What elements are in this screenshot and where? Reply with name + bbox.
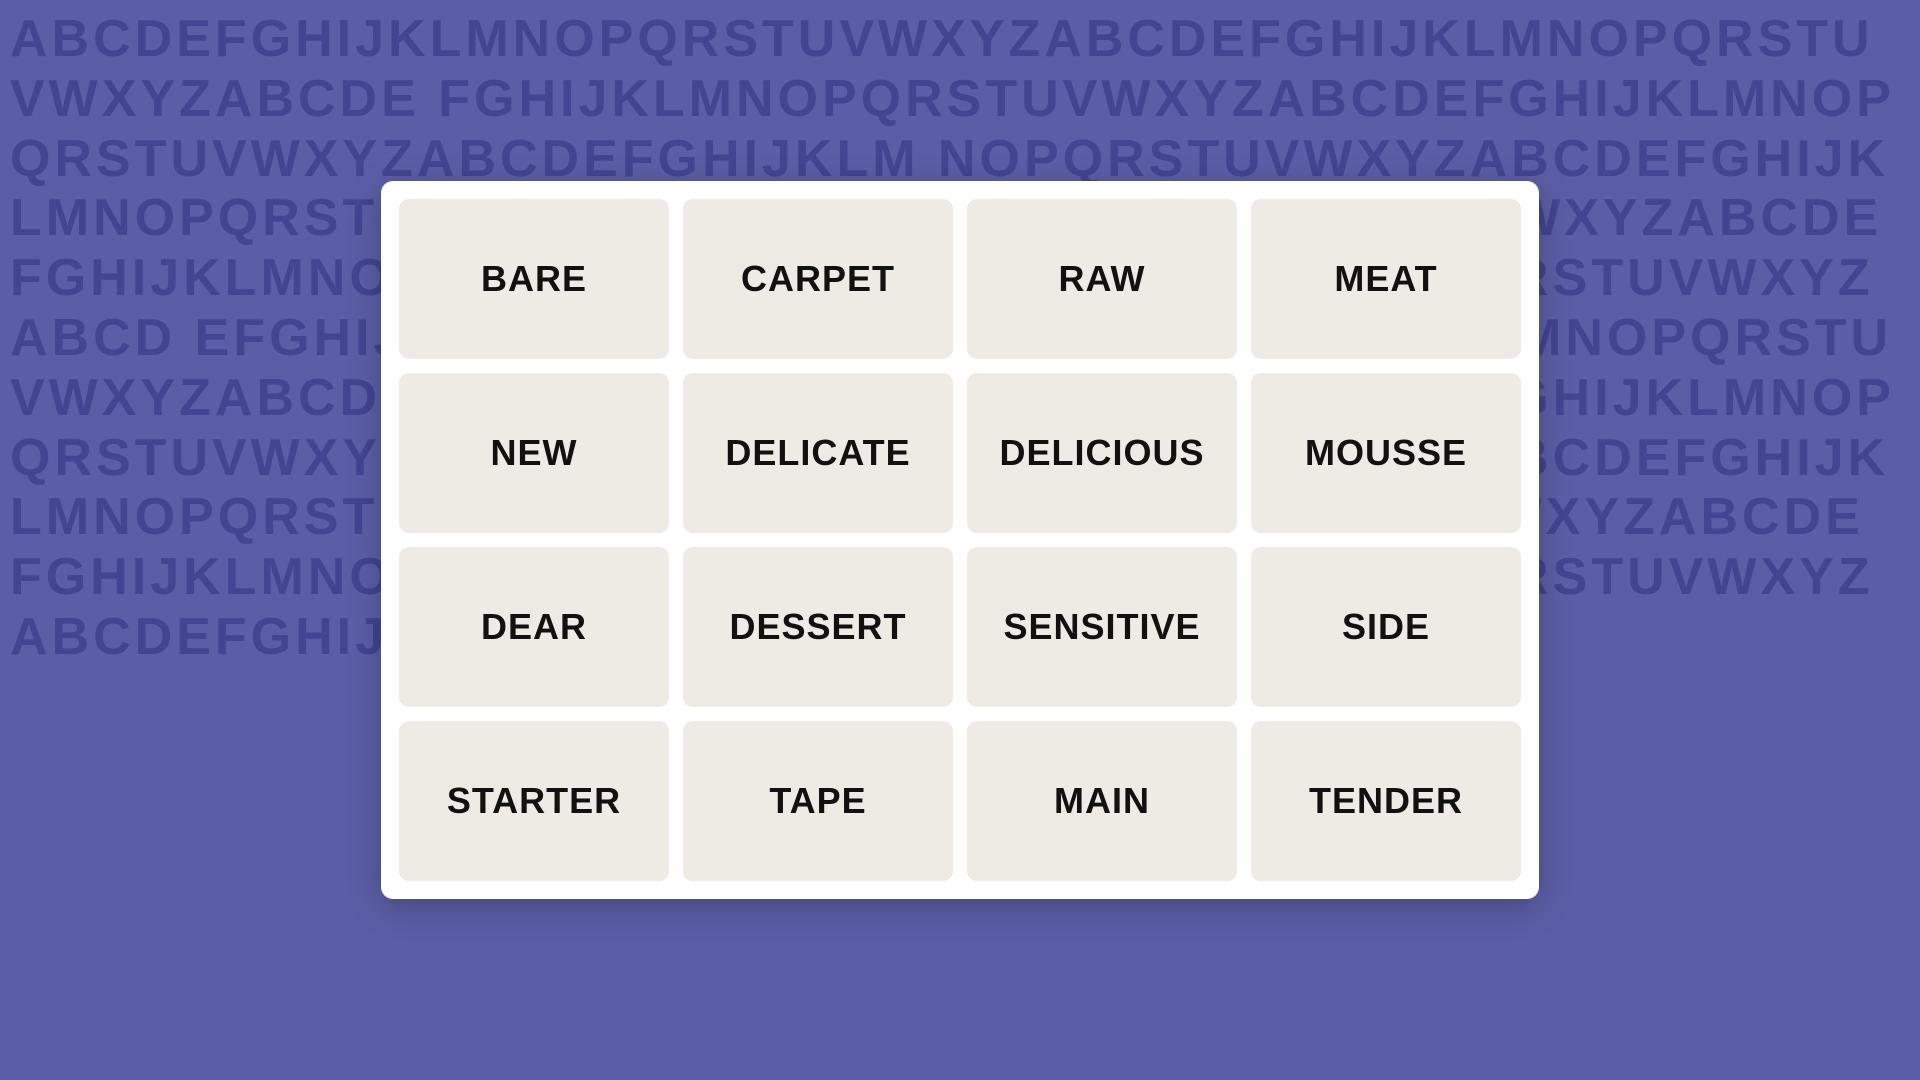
word-label: DELICATE (725, 432, 910, 474)
word-label: STARTER (447, 780, 621, 822)
word-card-tender[interactable]: TENDER (1251, 721, 1521, 881)
word-label: CARPET (741, 258, 895, 300)
word-card-mousse[interactable]: MOUSSE (1251, 373, 1521, 533)
word-card-tape[interactable]: TAPE (683, 721, 953, 881)
word-card-dear[interactable]: DEAR (399, 547, 669, 707)
word-card-bare[interactable]: BARE (399, 199, 669, 359)
word-label: SIDE (1342, 606, 1430, 648)
word-label: SENSITIVE (1003, 606, 1200, 648)
word-card-new[interactable]: NEW (399, 373, 669, 533)
word-card-raw[interactable]: RAW (967, 199, 1237, 359)
word-label: DEAR (481, 606, 587, 648)
word-card-carpet[interactable]: CARPET (683, 199, 953, 359)
word-card-meat[interactable]: MEAT (1251, 199, 1521, 359)
word-label: TENDER (1309, 780, 1463, 822)
word-card-main[interactable]: MAIN (967, 721, 1237, 881)
word-card-delicate[interactable]: DELICATE (683, 373, 953, 533)
word-label: BARE (481, 258, 587, 300)
word-label: MAIN (1054, 780, 1150, 822)
word-label: TAPE (769, 780, 866, 822)
word-label: DESSERT (729, 606, 906, 648)
word-label: RAW (1059, 258, 1146, 300)
word-card-starter[interactable]: STARTER (399, 721, 669, 881)
word-card-delicious[interactable]: DELICIOUS (967, 373, 1237, 533)
word-label: NEW (491, 432, 578, 474)
word-label: DELICIOUS (999, 432, 1204, 474)
word-label: MOUSSE (1305, 432, 1467, 474)
word-grid: BARE CARPET RAW MEAT NEW DELICATE DELICIOUS MOU… (381, 181, 1539, 899)
word-card-side[interactable]: SIDE (1251, 547, 1521, 707)
word-card-sensitive[interactable]: SENSITIVE (967, 547, 1237, 707)
word-card-dessert[interactable]: DESSERT (683, 547, 953, 707)
word-label: MEAT (1334, 258, 1437, 300)
